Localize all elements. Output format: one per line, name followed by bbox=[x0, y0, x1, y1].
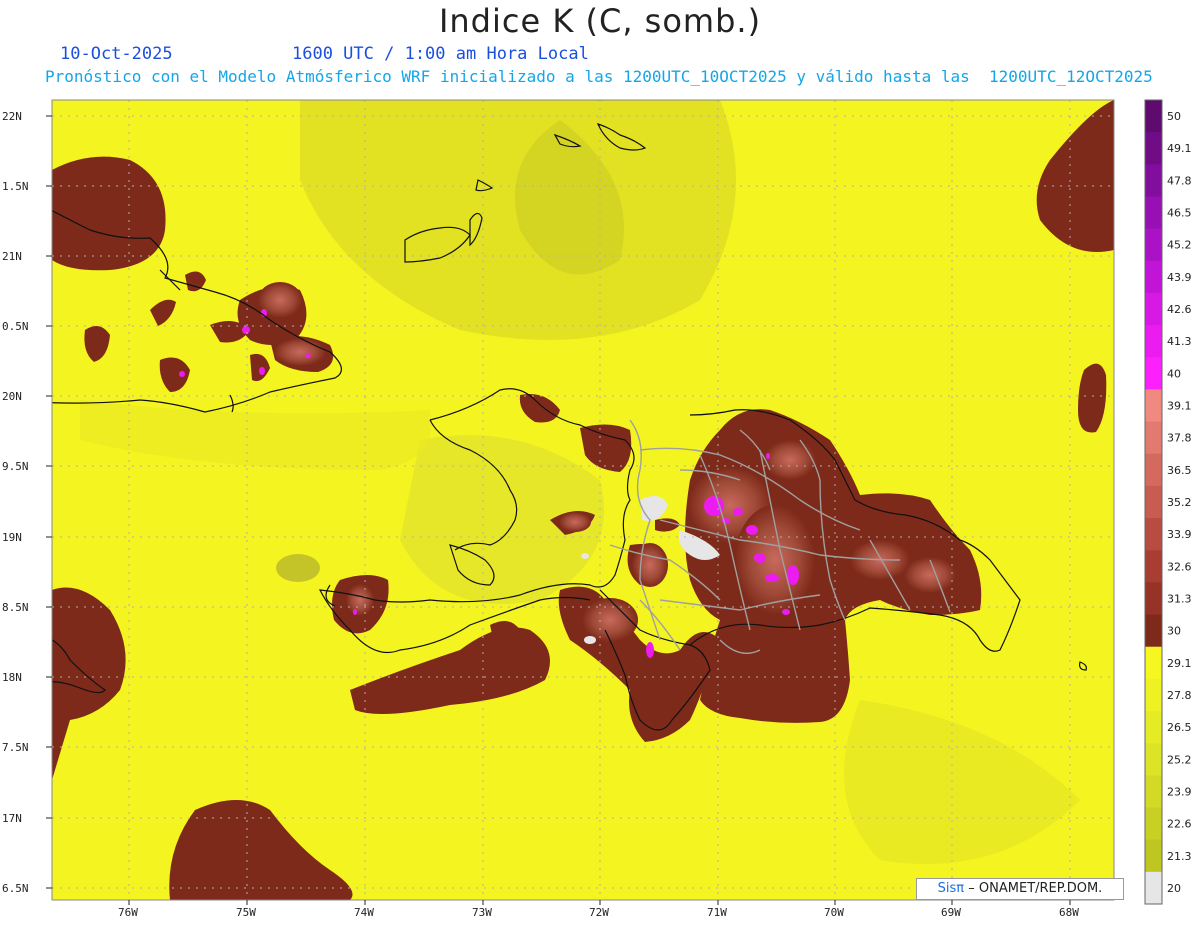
lon-label: 76W bbox=[118, 906, 138, 919]
latitude-axis: 22N 1.5N 21N 0.5N 20N 9.5N 19N 8.5N 18N … bbox=[2, 110, 52, 895]
k-index-map: 22N 1.5N 21N 0.5N 20N 9.5N 19N 8.5N 18N … bbox=[2, 99, 1192, 919]
colorbar-label: 29.1 bbox=[1167, 657, 1192, 670]
colorbar-swatch bbox=[1145, 389, 1162, 423]
lon-label: 70W bbox=[824, 906, 844, 919]
credit-box: Sisπ – ONAMET/REP.DOM. bbox=[916, 878, 1124, 900]
colorbar-swatch bbox=[1145, 775, 1162, 809]
lat-label: 19N bbox=[2, 531, 22, 544]
colorbar-swatch bbox=[1145, 646, 1162, 680]
colorbar-swatch bbox=[1145, 196, 1162, 230]
colorbar-swatch bbox=[1145, 453, 1162, 487]
lat-label: 18N bbox=[2, 671, 22, 684]
colorbar-swatch bbox=[1145, 164, 1162, 197]
colorbar: 50 49.1 47.8 46.5 45.2 43.9 42.6 41.3 40 39.1 37.8… bbox=[1144, 99, 1192, 905]
colorbar-swatch bbox=[1145, 711, 1162, 744]
colorbar-label: 39.1 bbox=[1167, 400, 1192, 413]
colorbar-swatch bbox=[1145, 292, 1162, 326]
lon-label: 69W bbox=[941, 906, 961, 919]
lon-label: 68W bbox=[1059, 906, 1079, 919]
colorbar-swatch bbox=[1145, 518, 1162, 551]
lon-label: 72W bbox=[589, 906, 609, 919]
lat-label: 9.5N bbox=[2, 460, 29, 473]
colorbar-label: 35.2 bbox=[1167, 496, 1192, 509]
colorbar-swatch bbox=[1145, 743, 1162, 776]
colorbar-swatch bbox=[1145, 871, 1162, 905]
lat-label: 7.5N bbox=[2, 741, 29, 754]
longitude-axis: 76W 75W 74W 73W 72W 71W 70W 69W 68W bbox=[118, 900, 1079, 919]
colorbar-label: 37.8 bbox=[1167, 432, 1192, 445]
colorbar-swatch bbox=[1145, 100, 1162, 133]
colorbar-swatch bbox=[1145, 485, 1162, 519]
colorbar-swatch bbox=[1145, 260, 1162, 294]
lat-label: 21N bbox=[2, 250, 22, 263]
colorbar-label: 50 bbox=[1167, 110, 1181, 123]
colorbar-label: 43.9 bbox=[1167, 271, 1192, 284]
lat-label: 0.5N bbox=[2, 320, 29, 333]
colorbar-label: 20 bbox=[1167, 882, 1181, 895]
colorbar-label: 36.5 bbox=[1167, 464, 1192, 477]
colorbar-swatch bbox=[1145, 132, 1162, 165]
colorbar-label: 22.6 bbox=[1167, 818, 1192, 831]
colorbar-label: 30 bbox=[1167, 625, 1181, 638]
credit-org: – ONAMET/REP.DOM. bbox=[968, 881, 1103, 896]
colorbar-label: 45.2 bbox=[1167, 239, 1192, 252]
lon-label: 71W bbox=[707, 906, 727, 919]
colorbar-label: 26.5 bbox=[1167, 721, 1192, 734]
colorbar-swatch bbox=[1145, 807, 1162, 841]
colorbar-swatch bbox=[1145, 614, 1162, 648]
lon-label: 73W bbox=[472, 906, 492, 919]
colorbar-label: 49.1 bbox=[1167, 142, 1192, 155]
colorbar-label: 47.8 bbox=[1167, 174, 1192, 187]
lat-label: 22N bbox=[2, 110, 22, 123]
lat-label: 20N bbox=[2, 390, 22, 403]
colorbar-swatch bbox=[1145, 228, 1162, 262]
lat-label: 6.5N bbox=[2, 882, 29, 895]
colorbar-label: 32.6 bbox=[1167, 560, 1192, 573]
colorbar-label: 42.6 bbox=[1167, 303, 1192, 316]
colorbar-swatch bbox=[1145, 678, 1162, 712]
colorbar-label: 23.9 bbox=[1167, 785, 1192, 798]
colorbar-label: 41.3 bbox=[1167, 335, 1192, 348]
k-index-field bbox=[52, 100, 1114, 900]
lat-label: 17N bbox=[2, 812, 22, 825]
lon-label: 74W bbox=[354, 906, 374, 919]
colorbar-label: 33.9 bbox=[1167, 528, 1192, 541]
colorbar-swatch bbox=[1145, 839, 1162, 873]
colorbar-swatch bbox=[1145, 325, 1162, 358]
colorbar-swatch bbox=[1145, 421, 1162, 455]
colorbar-label: 40 bbox=[1167, 367, 1181, 380]
lat-label: 1.5N bbox=[2, 180, 29, 193]
lon-label: 75W bbox=[236, 906, 256, 919]
credit-brand: Sisπ bbox=[937, 881, 965, 896]
colorbar-label: 25.2 bbox=[1167, 753, 1192, 766]
colorbar-swatch bbox=[1145, 582, 1162, 616]
colorbar-label: 21.3 bbox=[1167, 850, 1192, 863]
colorbar-label: 46.5 bbox=[1167, 207, 1192, 220]
colorbar-swatch bbox=[1145, 357, 1162, 390]
colorbar-swatch bbox=[1145, 550, 1162, 583]
colorbar-label: 27.8 bbox=[1167, 689, 1192, 702]
lat-label: 8.5N bbox=[2, 601, 29, 614]
colorbar-label: 31.3 bbox=[1167, 592, 1192, 605]
